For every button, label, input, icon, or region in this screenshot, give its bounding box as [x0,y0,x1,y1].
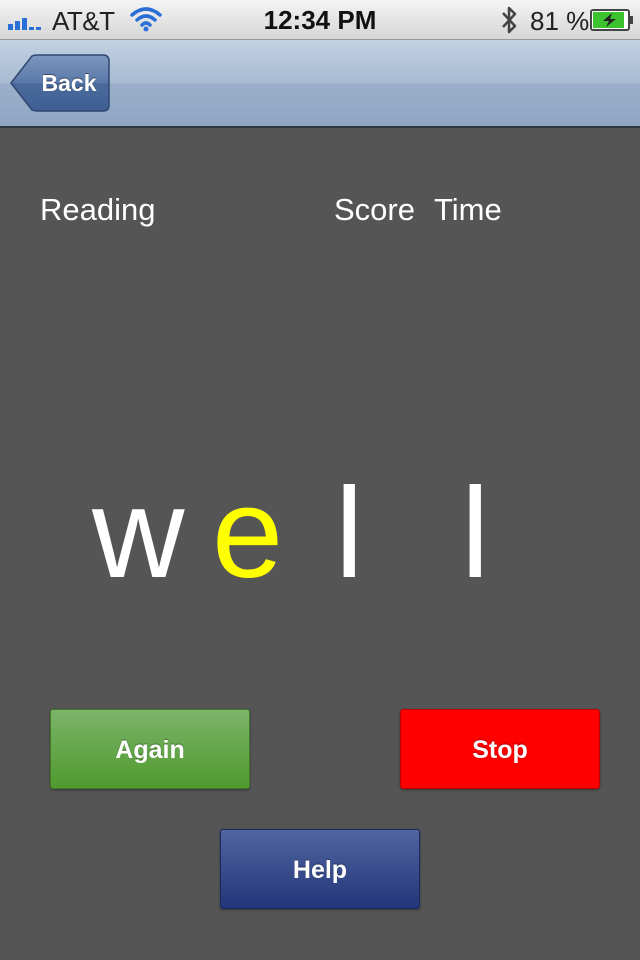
word-letter: l [335,462,364,605]
score-label: Score [334,192,415,227]
word-letter: w [92,462,185,605]
word-letter: l [461,462,490,605]
status-bar: AT&T 12:34 PM 81 % [0,0,640,40]
navigation-bar: Back [0,40,640,128]
battery-charging-icon [590,9,633,31]
reading-label: Reading [40,192,156,227]
time-label: Time [434,192,502,227]
back-button[interactable]: Back [10,54,110,112]
word-letter-highlighted: e [212,462,284,605]
bluetooth-icon [502,6,517,34]
back-button-label: Back [41,70,97,96]
help-button[interactable]: Help [220,829,420,909]
stop-button[interactable]: Stop [400,709,600,789]
again-button[interactable]: Again [50,709,250,789]
battery-percent: 81 % [530,6,590,36]
